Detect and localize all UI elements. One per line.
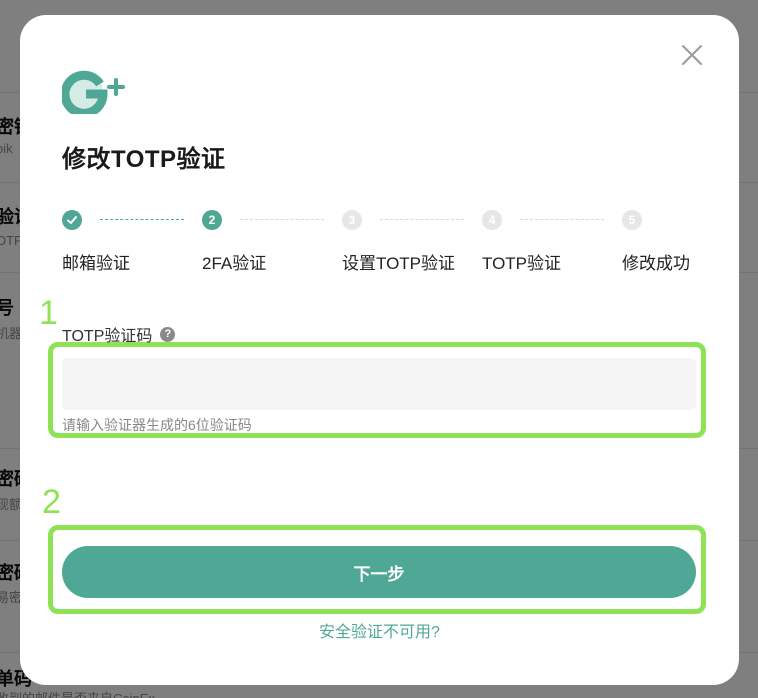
step-1-indicator xyxy=(62,210,82,230)
totp-code-label-text: TOTP验证码 xyxy=(62,328,153,345)
step-5-indicator: 5 xyxy=(622,210,642,230)
next-step-button[interactable]: 下一步 xyxy=(62,546,696,598)
step-5-label: 修改成功 xyxy=(622,254,690,273)
step-connector xyxy=(520,219,604,220)
step-connector xyxy=(240,219,324,220)
totp-code-hint: 请输入验证器生成的6位验证码 xyxy=(62,417,252,433)
question-circle-icon[interactable]: ? xyxy=(160,326,176,342)
step-connector xyxy=(380,219,464,220)
totp-code-input[interactable] xyxy=(62,358,696,410)
close-icon xyxy=(682,45,702,65)
step-3-label: 设置TOTP验证 xyxy=(342,254,456,273)
step-4-indicator: 4 xyxy=(482,210,502,230)
step-2-indicator: 2 xyxy=(202,210,222,230)
step-2-label: 2FA验证 xyxy=(202,254,267,273)
g-plus-logo-icon xyxy=(60,70,128,118)
step-connector xyxy=(100,219,184,220)
check-icon xyxy=(67,216,77,224)
annotation-number-1: 1 xyxy=(39,294,58,332)
totp-code-label: TOTP验证码 ? xyxy=(62,322,176,346)
step-1-label: 邮箱验证 xyxy=(62,254,130,273)
security-unavailable-link[interactable]: 安全验证不可用? xyxy=(20,618,739,642)
modify-totp-modal: 修改TOTP验证 邮箱验证 2 2FA验证 3 设置TOTP验证 4 TOTP验… xyxy=(20,15,739,685)
annotation-number-2: 2 xyxy=(42,483,61,521)
modal-title: 修改TOTP验证 xyxy=(62,146,226,173)
close-button[interactable] xyxy=(680,43,704,67)
step-4-label: TOTP验证 xyxy=(482,254,562,273)
step-3-indicator: 3 xyxy=(342,210,362,230)
